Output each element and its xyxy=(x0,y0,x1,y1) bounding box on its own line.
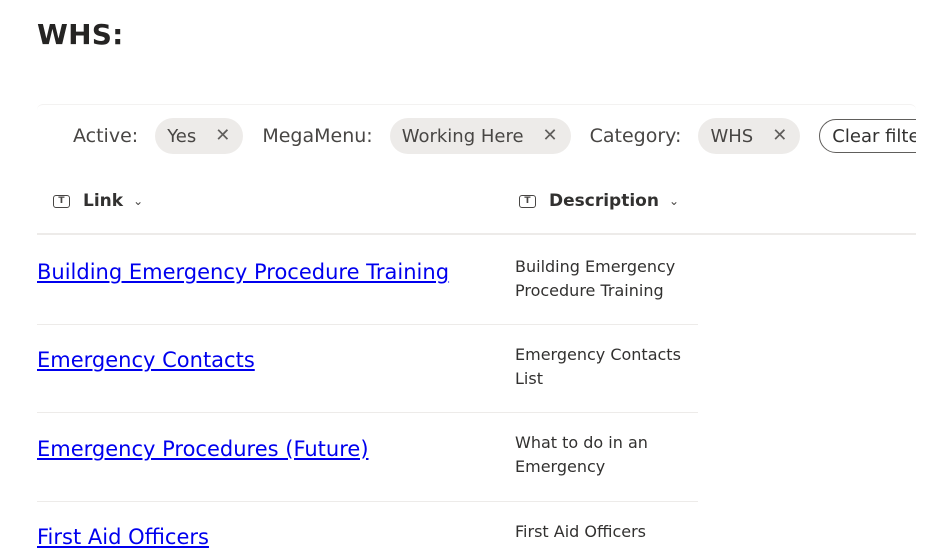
column-header-label: Description xyxy=(549,191,659,211)
chevron-down-icon[interactable]: ⌄ xyxy=(133,194,143,208)
filter-bar: Active: Yes ✕ MegaMenu: Working Here ✕ C… xyxy=(73,118,916,154)
filter-card-top-edge xyxy=(37,104,916,117)
table-row: First Aid Officers First Aid Officers xyxy=(37,502,698,550)
table-row: Emergency Procedures (Future) What to do… xyxy=(37,413,698,502)
row-description: What to do in an Emergency xyxy=(515,433,648,476)
table-row: Building Emergency Procedure Training Bu… xyxy=(37,235,698,325)
dismiss-icon[interactable]: ✕ xyxy=(543,127,558,145)
row-link[interactable]: Emergency Procedures (Future) xyxy=(37,437,369,461)
text-type-icon: T xyxy=(53,194,70,208)
filter-label-megamenu: MegaMenu: xyxy=(262,125,373,147)
row-link[interactable]: Emergency Contacts xyxy=(37,348,255,372)
dismiss-icon[interactable]: ✕ xyxy=(772,127,787,145)
column-header-link[interactable]: T Link ⌄ xyxy=(53,188,143,214)
column-header-label: Link xyxy=(83,191,124,211)
filter-chip-value: Working Here xyxy=(401,125,524,147)
filter-chip-value: WHS xyxy=(710,125,754,147)
page-title: WHS: xyxy=(37,18,124,51)
clear-filter-button[interactable]: Clear filter xyxy=(819,119,916,153)
column-header-description[interactable]: T Description ⌄ xyxy=(519,188,679,214)
filter-label-category: Category: xyxy=(589,125,682,147)
row-link[interactable]: Building Emergency Procedure Training xyxy=(37,260,449,284)
filter-label-active: Active: xyxy=(73,125,139,147)
filter-chip-value: Yes xyxy=(167,125,197,147)
row-description: Emergency Contacts List xyxy=(515,345,681,388)
filter-chip-active[interactable]: Yes ✕ xyxy=(155,118,244,154)
dismiss-icon[interactable]: ✕ xyxy=(215,127,230,145)
row-description: Building Emergency Procedure Training xyxy=(515,257,676,300)
text-type-icon: T xyxy=(519,194,536,208)
row-description: First Aid Officers xyxy=(515,522,647,541)
filter-chip-megamenu[interactable]: Working Here ✕ xyxy=(389,118,571,154)
row-link[interactable]: First Aid Officers xyxy=(37,525,209,549)
table-row: Emergency Contacts Emergency Contacts Li… xyxy=(37,325,698,413)
filter-chip-category[interactable]: WHS ✕ xyxy=(698,118,801,154)
chevron-down-icon[interactable]: ⌄ xyxy=(669,194,679,208)
